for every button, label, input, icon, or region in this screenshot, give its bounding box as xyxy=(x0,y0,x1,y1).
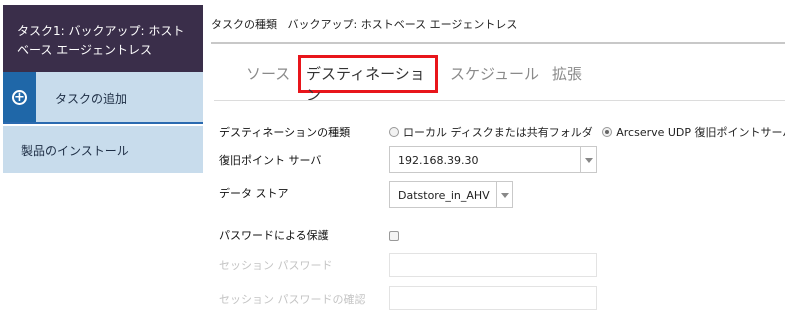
session-password-confirm-input[interactable] xyxy=(389,286,597,310)
task-title: タスク1: バックアップ: ホストベース エージェントレス xyxy=(17,24,185,57)
password-protect-checkbox[interactable] xyxy=(389,231,399,241)
install-product-label: 製品のインストール xyxy=(21,144,129,158)
session-password-confirm-label: セッション パスワードの確認 xyxy=(219,293,366,306)
datastore-select[interactable]: Datstore_in_AHV xyxy=(389,181,513,208)
datastore-select-value: Datstore_in_AHV xyxy=(398,189,490,202)
plus-circle-icon: + xyxy=(12,90,27,105)
radio-rps-button[interactable] xyxy=(602,127,613,137)
session-password-label: セッション パスワード xyxy=(219,259,333,272)
task-title-panel[interactable]: タスク1: バックアップ: ホストベース エージェントレス xyxy=(3,5,203,72)
tab-destination[interactable]: デスティネーション xyxy=(298,55,438,104)
tab-bar: ソース デスティネーション スケジュール 拡張 xyxy=(214,55,785,104)
radio-rps-label: Arcserve UDP 復旧ポイントサーバ xyxy=(616,126,785,139)
radio-local-disk[interactable]: ローカル ディスクまたは共有フォルダ xyxy=(389,124,593,140)
add-task-button[interactable]: + タスクの追加 xyxy=(3,72,203,124)
rps-select[interactable]: 192.168.39.30 xyxy=(389,146,597,173)
password-protect-label: パスワードによる保護 xyxy=(219,229,329,242)
destination-type-radio-group: ローカル ディスクまたは共有フォルダ Arcserve UDP 復旧ポイントサー… xyxy=(389,124,785,140)
install-product-button[interactable]: 製品のインストール xyxy=(3,126,203,173)
rps-label: 復旧ポイント サーバ xyxy=(219,154,322,167)
tab-advanced[interactable]: 拡張 xyxy=(552,63,582,84)
tab-source[interactable]: ソース xyxy=(246,63,290,84)
destination-type-label: デスティネーションの種類 xyxy=(219,126,351,139)
sidebar: タスク1: バックアップ: ホストベース エージェントレス + タスクの追加 製… xyxy=(3,0,203,322)
tab-destination-label: デスティネーション xyxy=(306,65,425,104)
chevron-down-icon xyxy=(585,158,593,163)
add-task-icon-cell: + xyxy=(3,72,36,122)
task-type-header: タスクの種類 バックアップ: ホストベース エージェントレス xyxy=(211,16,517,32)
add-task-label: タスクの追加 xyxy=(55,92,128,106)
task-type-value: バックアップ: ホストベース エージェントレス xyxy=(287,18,518,31)
session-password-input[interactable] xyxy=(389,253,597,277)
chevron-down-icon xyxy=(501,193,509,198)
radio-rps[interactable]: Arcserve UDP 復旧ポイントサーバ xyxy=(602,124,785,140)
tab-divider xyxy=(214,100,785,101)
task-type-label: タスクの種類 xyxy=(211,18,277,31)
radio-local-disk-label: ローカル ディスクまたは共有フォルダ xyxy=(403,126,593,139)
datastore-select-toggle[interactable] xyxy=(496,182,512,207)
radio-local-disk-button[interactable] xyxy=(389,127,399,137)
tab-schedule[interactable]: スケジュール xyxy=(450,63,539,84)
header-divider xyxy=(211,42,785,44)
datastore-label: データ ストア xyxy=(219,187,289,200)
rps-select-value: 192.168.39.30 xyxy=(398,154,479,167)
rps-select-toggle[interactable] xyxy=(580,147,596,172)
